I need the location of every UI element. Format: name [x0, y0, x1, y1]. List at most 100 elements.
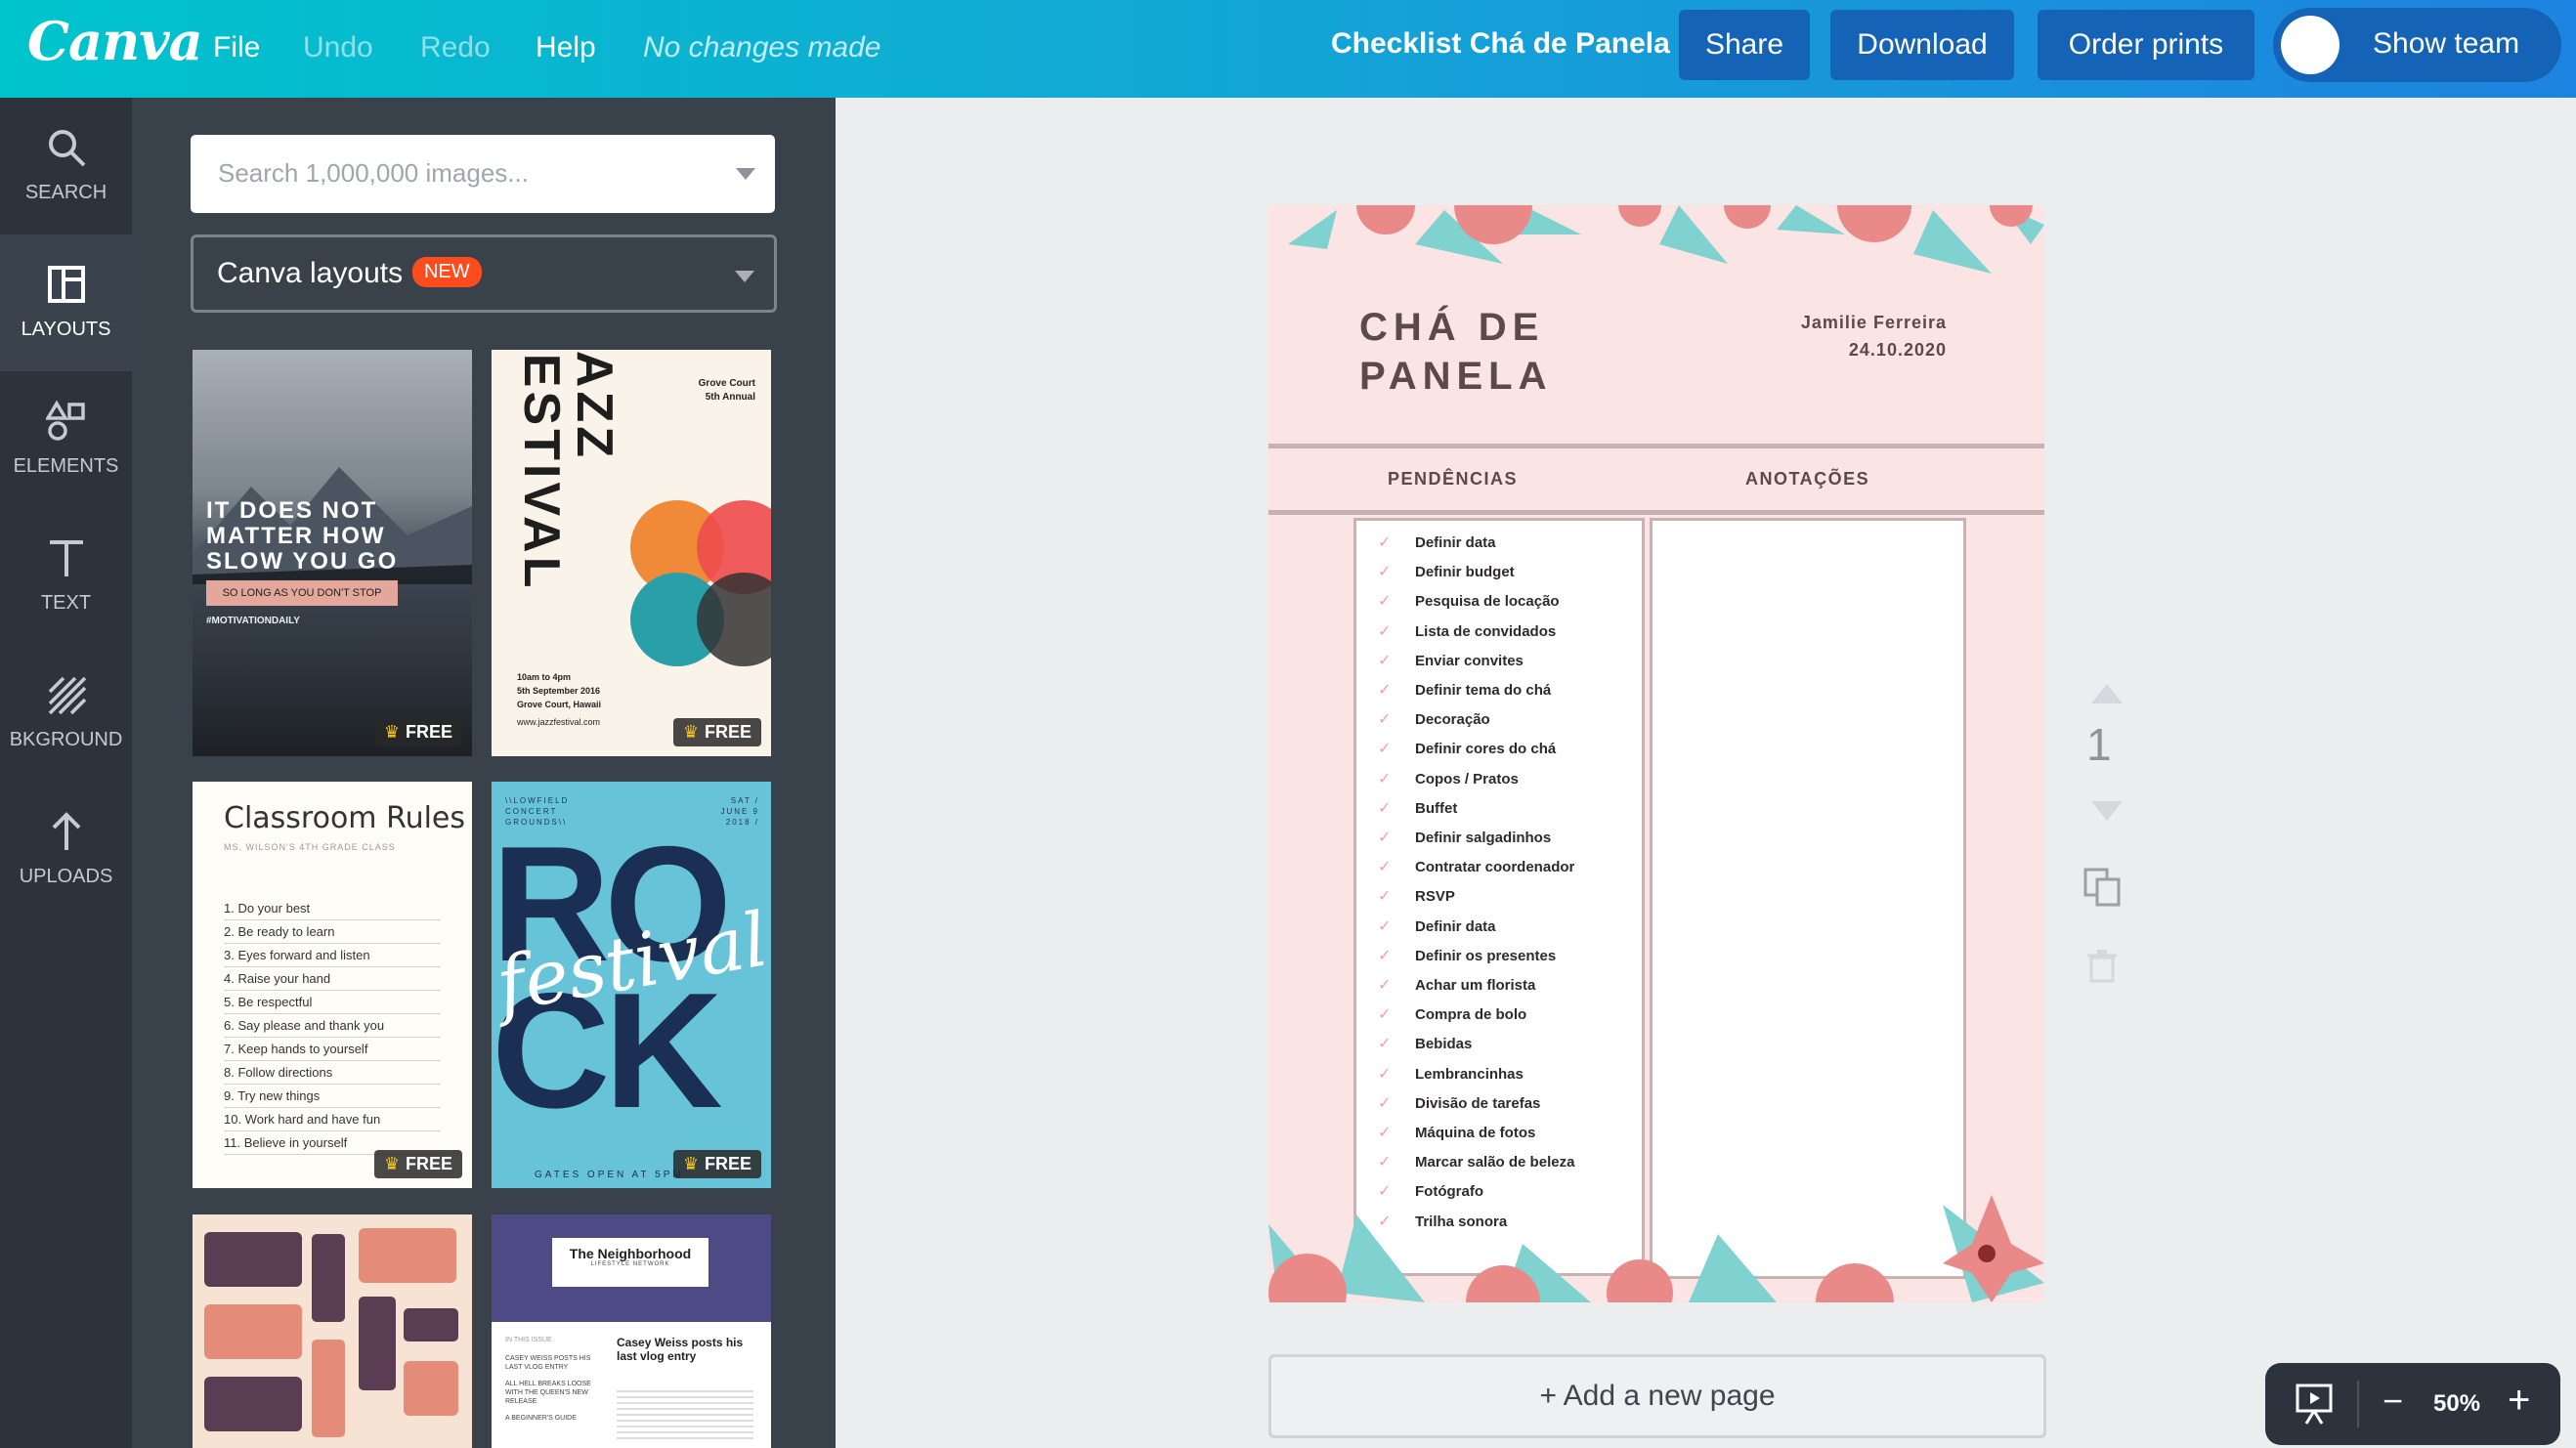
checkmark-icon: ✓	[1378, 859, 1392, 876]
thumb-meta: www.jazzfestival.com	[517, 717, 601, 727]
thumb-meta: 10am to 4pm	[517, 672, 572, 682]
duplicate-page-icon[interactable]	[2083, 868, 2123, 907]
checkmark-icon: ✓	[1378, 1125, 1392, 1141]
checklist-item[interactable]: RSVP	[1415, 888, 1455, 905]
zoom-out-button[interactable]: −	[2383, 1381, 2403, 1422]
checklist-item[interactable]: Definir budget	[1415, 564, 1515, 580]
sidebar-label: TEXT	[40, 592, 92, 614]
heading-line[interactable]: CHÁ DE	[1359, 303, 1653, 352]
sidebar-item-uploads[interactable]: UPLOADS	[0, 782, 132, 918]
thumb-headline: Casey Weiss posts his last vlog entry	[617, 1336, 744, 1363]
search-input[interactable]: Search 1,000,000 images...	[191, 135, 775, 213]
sidebar-label: SEARCH	[24, 182, 107, 203]
thumb-meta: CASEY WEISS POSTS HIS LAST VLOG ENTRY	[505, 1355, 591, 1371]
checklist-item[interactable]: Lista de convidados	[1415, 623, 1556, 640]
thumb-meta: IN THIS ISSUE	[505, 1337, 552, 1343]
checkmark-icon: ✓	[1378, 564, 1392, 581]
download-button[interactable]: Download	[1830, 10, 2014, 80]
menu-undo[interactable]: Undo	[303, 31, 373, 64]
share-button[interactable]: Share	[1679, 10, 1810, 80]
zoom-in-button[interactable]: +	[2508, 1379, 2530, 1423]
add-page-button[interactable]: + Add a new page	[1268, 1354, 2046, 1438]
checklist-item[interactable]: Divisão de tarefas	[1415, 1095, 1540, 1112]
checkmark-icon: ✓	[1378, 1065, 1392, 1083]
show-team-button[interactable]: Show team	[2273, 8, 2561, 82]
delete-page-icon[interactable]	[2087, 950, 2117, 983]
checklist-item[interactable]: Máquina de fotos	[1415, 1125, 1535, 1141]
checklist-item[interactable]: Compra de bolo	[1415, 1006, 1526, 1023]
checkmark-icon: ✓	[1378, 830, 1392, 846]
layout-thumb-rock[interactable]: \\LOWFIELD CONCERT GROUNDS\\ SAT / JUNE …	[492, 782, 771, 1188]
sidebar-item-background[interactable]: BKGROUND	[0, 645, 132, 782]
checklist-item[interactable]: Copos / Pratos	[1415, 771, 1519, 788]
free-badge: ♛ FREE	[672, 1150, 761, 1178]
thumb-meta: ALL HELL BREAKS LOOSE WITH THE QUEEN'S N…	[505, 1381, 591, 1405]
text-icon	[50, 540, 83, 576]
column-header-pending[interactable]: PENDÊNCIAS	[1388, 469, 1518, 490]
upload-icon	[52, 812, 81, 850]
checklist-item[interactable]: Definir data	[1415, 918, 1496, 935]
sidebar-item-elements[interactable]: ELEMENTS	[0, 371, 132, 508]
sidebar-item-search[interactable]: SEARCH	[0, 98, 132, 234]
move-page-up-icon[interactable]	[2091, 684, 2123, 703]
thumb-headline: SLOW YOU GO	[206, 548, 399, 575]
layout-thumb-newsletter[interactable]: The Neighborhood LIFESTYLE NETWORK IN TH…	[492, 1214, 771, 1448]
checklist-item[interactable]: Contratar coordenador	[1415, 859, 1574, 875]
layouts-label: Canva layouts	[217, 257, 404, 289]
checklist-item[interactable]: Buffet	[1415, 800, 1457, 817]
checklist-item[interactable]: Definir data	[1415, 534, 1496, 551]
page-number: 1	[2086, 719, 2112, 770]
present-icon[interactable]	[2295, 1383, 2334, 1426]
heading-line[interactable]: PANELA	[1359, 352, 1653, 401]
author-name[interactable]: Jamilie Ferreira	[1801, 313, 1947, 333]
checkmark-icon: ✓	[1378, 652, 1392, 669]
cassette-pattern	[204, 1228, 458, 1437]
layouts-dropdown[interactable]: Canva layouts NEW	[191, 234, 777, 313]
checklist-item[interactable]: Enviar convites	[1415, 653, 1524, 669]
checklist-item[interactable]: Definir tema do chá	[1415, 682, 1551, 699]
sidebar-item-text[interactable]: TEXT	[0, 508, 132, 645]
show-team-label: Show team	[2373, 27, 2520, 60]
thumb-subline: LIFESTYLE NETWORK	[590, 1261, 670, 1267]
checklist-item[interactable]: Lembrancinhas	[1415, 1066, 1524, 1083]
checklist-item[interactable]: Achar um florista	[1415, 977, 1535, 994]
order-prints-button[interactable]: Order prints	[2038, 10, 2254, 80]
thumb-title: The Neighborhood	[569, 1246, 692, 1261]
chevron-down-icon[interactable]	[736, 168, 755, 180]
layout-thumb-motivation[interactable]: IT DOES NOT MATTER HOW SLOW YOU GO SO LO…	[193, 350, 472, 756]
checklist-item[interactable]: Marcar salão de beleza	[1415, 1154, 1574, 1171]
menu-redo[interactable]: Redo	[420, 31, 491, 64]
event-date[interactable]: 24.10.2020	[1849, 340, 1947, 361]
checkmark-icon: ✓	[1378, 947, 1392, 964]
column-header-notes[interactable]: ANOTAÇÕES	[1745, 469, 1869, 490]
thumb-headline: MATTER HOW	[206, 523, 386, 549]
checklist-item[interactable]: Decoração	[1415, 711, 1490, 728]
layout-thumb-classroom[interactable]: Classroom Rules MS. WILSON'S 4TH GRADE C…	[193, 782, 472, 1188]
layout-thumb-cassettes[interactable]	[193, 1214, 472, 1448]
sidebar-item-layouts[interactable]: LAYOUTS	[0, 234, 132, 371]
canva-logo[interactable]: Canva	[27, 10, 203, 72]
team-avatar	[2281, 16, 2340, 74]
checkmark-icon: ✓	[1378, 1094, 1392, 1112]
move-page-down-icon[interactable]	[2091, 801, 2123, 821]
checkmark-icon: ✓	[1378, 917, 1392, 935]
zoom-controls: − 50% +	[2265, 1363, 2560, 1445]
sidebar-label: LAYOUTS	[21, 319, 111, 340]
menu-help[interactable]: Help	[536, 31, 596, 64]
checkmark-icon: ✓	[1378, 741, 1392, 758]
layout-thumb-jazz[interactable]: JAZZ FESTIVAL Grove Court 5th Annual 10a…	[492, 350, 771, 756]
checklist-item[interactable]: Pesquisa de locação	[1415, 593, 1560, 610]
free-badge: ♛ FREE	[373, 718, 462, 746]
notes-box[interactable]	[1650, 518, 1966, 1279]
checkmark-icon: ✓	[1378, 1036, 1392, 1053]
checklist-item[interactable]: Definir salgadinhos	[1415, 830, 1551, 846]
menu-file[interactable]: File	[213, 31, 260, 64]
checklist-item[interactable]: Definir cores do chá	[1415, 741, 1556, 757]
free-badge: ♛ FREE	[373, 1150, 462, 1178]
checklist-item[interactable]: Definir os presentes	[1415, 948, 1556, 964]
checklist-box[interactable]: ✓ Definir data ✓ Definir budget ✓ Pesquisa de…	[1353, 518, 1645, 1276]
checklist-item[interactable]: Bebidas	[1415, 1036, 1472, 1052]
zoom-level[interactable]: 50%	[2433, 1390, 2480, 1418]
document-title[interactable]: Checklist Chá de Panela	[1331, 27, 1670, 61]
design-page[interactable]: CHÁ DE PANELA Jamilie Ferreira 24.10.202…	[1268, 205, 2044, 1302]
